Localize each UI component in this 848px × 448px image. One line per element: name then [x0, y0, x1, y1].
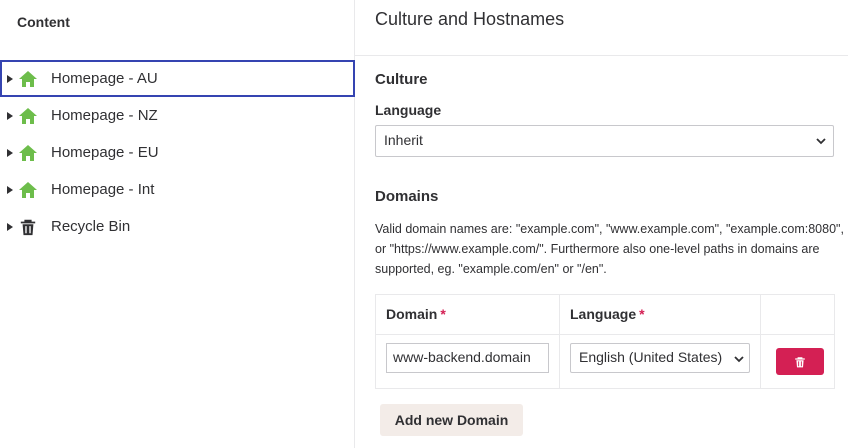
tree-item-homepage-eu[interactable]: Homepage - EU: [0, 134, 355, 171]
caret-right-icon[interactable]: [4, 148, 16, 157]
tree-item-label: Homepage - EU: [51, 144, 159, 161]
caret-right-icon[interactable]: [4, 185, 16, 194]
caret-right-icon[interactable]: [4, 111, 16, 120]
chevron-down-icon: [816, 138, 826, 145]
tree-item-homepage-nz[interactable]: Homepage - NZ: [0, 97, 355, 134]
panel-title: Culture and Hostnames: [355, 0, 848, 56]
tree-item-label: Homepage - Int: [51, 181, 155, 198]
tree-item-homepage-au[interactable]: Homepage - AU: [0, 60, 355, 97]
home-icon: [18, 69, 38, 89]
home-icon: [18, 180, 38, 200]
add-domain-button[interactable]: Add new Domain: [380, 404, 523, 436]
caret-right-icon[interactable]: [4, 222, 16, 231]
domains-table: Domain * Language * www-backend.domain Eng…: [375, 294, 835, 389]
language-label: Language: [375, 102, 442, 118]
tree-item-label: Recycle Bin: [51, 218, 131, 235]
tree-item-recycle-bin[interactable]: Recycle Bin: [0, 208, 355, 245]
content-tree: Content Homepage - AU Homepage - NZ Home…: [0, 0, 355, 448]
domains-section-title: Domains: [375, 188, 439, 205]
domains-description: Valid domain names are: "example.com", "…: [375, 222, 844, 276]
culture-language-select[interactable]: Inherit: [375, 125, 834, 157]
domain-input[interactable]: www-backend.domain: [386, 343, 549, 373]
home-icon: [18, 143, 38, 163]
required-mark: *: [639, 306, 645, 322]
caret-right-icon[interactable]: [4, 74, 16, 83]
tree-header: Content: [17, 14, 70, 30]
culture-hostnames-panel: Culture and Hostnames Culture Language I…: [355, 0, 848, 448]
trash-icon: [18, 217, 38, 237]
column-header-actions: [761, 295, 834, 334]
culture-language-value: Inherit: [384, 132, 423, 148]
domain-language-select[interactable]: English (United States): [570, 343, 750, 373]
home-icon: [18, 106, 38, 126]
tree-item-label: Homepage - NZ: [51, 107, 158, 124]
table-row: www-backend.domain English (United State…: [376, 335, 834, 388]
tree-list: Homepage - AU Homepage - NZ Homepage - E…: [0, 60, 355, 245]
required-mark: *: [440, 306, 446, 322]
domain-language-value: English (United States): [579, 349, 723, 365]
tree-item-homepage-int[interactable]: Homepage - Int: [0, 171, 355, 208]
table-header: Domain * Language *: [376, 295, 834, 335]
trash-icon: [795, 356, 805, 367]
column-header-domain: Domain *: [376, 295, 560, 334]
column-header-language: Language *: [560, 295, 761, 334]
chevron-down-icon: [733, 353, 745, 365]
delete-domain-button[interactable]: [776, 348, 824, 375]
tree-item-label: Homepage - AU: [51, 70, 158, 87]
app-root: Content Homepage - AU Homepage - NZ Home…: [0, 0, 848, 448]
culture-section-title: Culture: [375, 71, 428, 88]
